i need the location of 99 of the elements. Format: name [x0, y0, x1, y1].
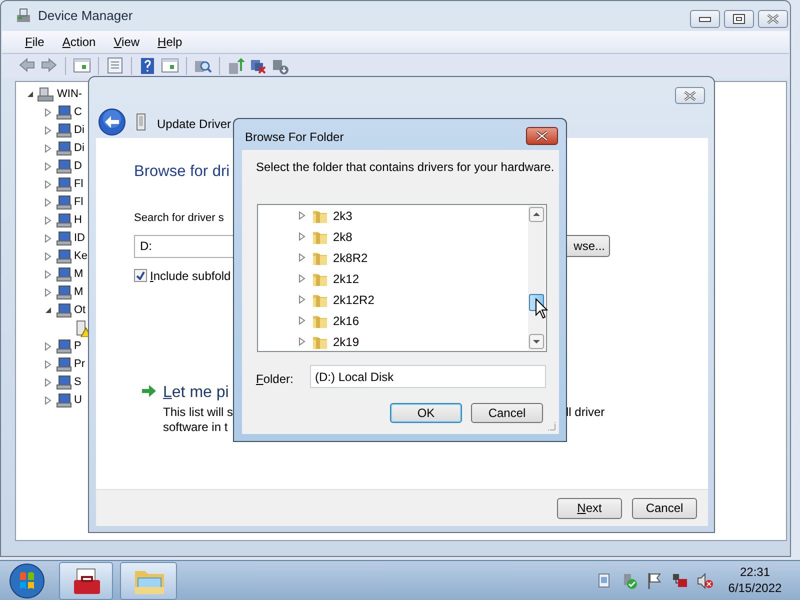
- ok-button[interactable]: OK: [390, 403, 462, 423]
- close-icon: [535, 131, 549, 141]
- folder-item[interactable]: 2k3: [333, 206, 352, 224]
- folder-item[interactable]: 2k12R2: [333, 290, 374, 308]
- usb-device-icon: [135, 113, 147, 131]
- maximize-icon: [733, 14, 745, 24]
- folder-item[interactable]: 2k12: [333, 270, 360, 288]
- device-icon: [55, 266, 72, 282]
- tree-item[interactable]: S: [74, 374, 82, 390]
- console-tree-icon[interactable]: [73, 56, 91, 74]
- window-title: Device Manager: [38, 7, 133, 26]
- device-icon: [55, 194, 72, 210]
- tree-item[interactable]: Ke: [74, 248, 88, 264]
- folder-item[interactable]: 2k8: [333, 228, 352, 246]
- taskbar-button[interactable]: [59, 562, 113, 600]
- device-icon: [55, 302, 72, 318]
- description-text: This list will s: [163, 404, 234, 420]
- update-driver-icon[interactable]: [227, 56, 245, 74]
- device-icon: [55, 140, 72, 156]
- expander-icon[interactable]: [44, 306, 53, 314]
- device-icon: [55, 158, 72, 174]
- device-icon: [55, 122, 72, 138]
- tree-item[interactable]: Ot: [74, 302, 86, 318]
- device-icon: [55, 248, 72, 264]
- forward-arrow-icon[interactable]: [40, 56, 58, 74]
- scroll-up-button[interactable]: [529, 207, 544, 222]
- tree-item[interactable]: WIN-: [57, 86, 82, 102]
- checkbox-label[interactable]: Include subfold: [150, 266, 231, 285]
- device-manager-icon: [15, 8, 33, 24]
- help-icon[interactable]: [139, 56, 157, 74]
- dialog-title: Update Driver: [157, 116, 232, 133]
- option-link[interactable]: Let me pi: [163, 380, 229, 405]
- safely-remove-icon[interactable]: [621, 572, 639, 590]
- heading: Browse for dri: [134, 162, 230, 182]
- device-icon: [55, 104, 72, 120]
- resize-grip-icon[interactable]: [546, 421, 556, 431]
- tree-item[interactable]: Fl: [74, 176, 84, 192]
- menu-item[interactable]: Action: [53, 33, 105, 51]
- tree-item[interactable]: Di: [74, 122, 84, 138]
- device-icon: [55, 392, 72, 408]
- folder-item[interactable]: 2k19: [333, 332, 360, 350]
- speaker-muted-icon[interactable]: [696, 572, 714, 590]
- tree-item[interactable]: ID: [74, 230, 85, 246]
- menu-item[interactable]: Help: [148, 33, 192, 51]
- checkbox[interactable]: [134, 269, 147, 282]
- path-field[interactable]: D:: [134, 234, 234, 258]
- tree-item[interactable]: Fl: [74, 194, 84, 210]
- menu-item[interactable]: File: [16, 33, 54, 51]
- field-label: Folder:: [256, 371, 294, 388]
- folder-item[interactable]: 2k16: [333, 312, 360, 330]
- arrow-icon: [141, 384, 157, 398]
- minimize-button[interactable]: [690, 10, 720, 28]
- close-icon: [766, 14, 780, 24]
- device-icon: [55, 356, 72, 372]
- device-icon: [55, 176, 72, 192]
- dialog-title: Browse For Folder: [245, 129, 344, 146]
- field-label: Search for driver s: [134, 211, 224, 226]
- computer-icon: [37, 86, 55, 102]
- flag-icon[interactable]: [646, 572, 664, 590]
- close-icon: [683, 90, 697, 100]
- clock[interactable]: 22:31 6/15/2022: [720, 564, 790, 596]
- start-button[interactable]: [7, 561, 47, 600]
- tree-item[interactable]: P: [74, 338, 82, 354]
- expander-icon[interactable]: [26, 90, 35, 98]
- cancel-button[interactable]: Cancel: [632, 498, 697, 518]
- cancel-button[interactable]: Cancel: [471, 403, 543, 423]
- menu-item[interactable]: View: [104, 33, 149, 51]
- close-button[interactable]: [758, 10, 788, 28]
- instruction-text: Select the folder that contains drivers for your hardware.: [256, 159, 554, 176]
- back-button[interactable]: [98, 108, 126, 136]
- close-button[interactable]: [675, 87, 705, 104]
- tree-item[interactable]: M: [74, 266, 84, 282]
- tree-item[interactable]: D: [74, 158, 82, 174]
- tree-item[interactable]: M: [74, 284, 84, 300]
- network-icon[interactable]: [671, 572, 689, 590]
- scrollbar[interactable]: [528, 206, 545, 350]
- tree-item[interactable]: Di: [74, 140, 84, 156]
- tree-item[interactable]: C: [74, 104, 82, 120]
- folder-field[interactable]: (D:) Local Disk: [310, 365, 546, 388]
- browse-button[interactable]: wse...: [567, 234, 610, 257]
- device-icon: [55, 230, 72, 246]
- description-text: software in t: [163, 420, 228, 435]
- action-pane-icon[interactable]: [161, 56, 179, 74]
- device-icon: [55, 212, 72, 228]
- tree-item[interactable]: U: [74, 392, 82, 408]
- device-icon: [55, 374, 72, 390]
- tree-item[interactable]: Pr: [74, 356, 85, 372]
- minimize-icon: [699, 16, 711, 22]
- tree-item[interactable]: H: [74, 212, 82, 228]
- folder-item[interactable]: 2k8R2: [333, 248, 368, 266]
- back-arrow-icon[interactable]: [18, 56, 36, 74]
- device-icon: [55, 338, 72, 354]
- description-text: ll driver: [566, 404, 605, 421]
- scroll-down-button[interactable]: [529, 334, 544, 349]
- next-button[interactable]: Next: [557, 498, 622, 518]
- close-button[interactable]: [526, 127, 558, 145]
- maximize-button[interactable]: [724, 10, 754, 28]
- device-icon: [55, 284, 72, 300]
- properties-icon[interactable]: [106, 56, 124, 74]
